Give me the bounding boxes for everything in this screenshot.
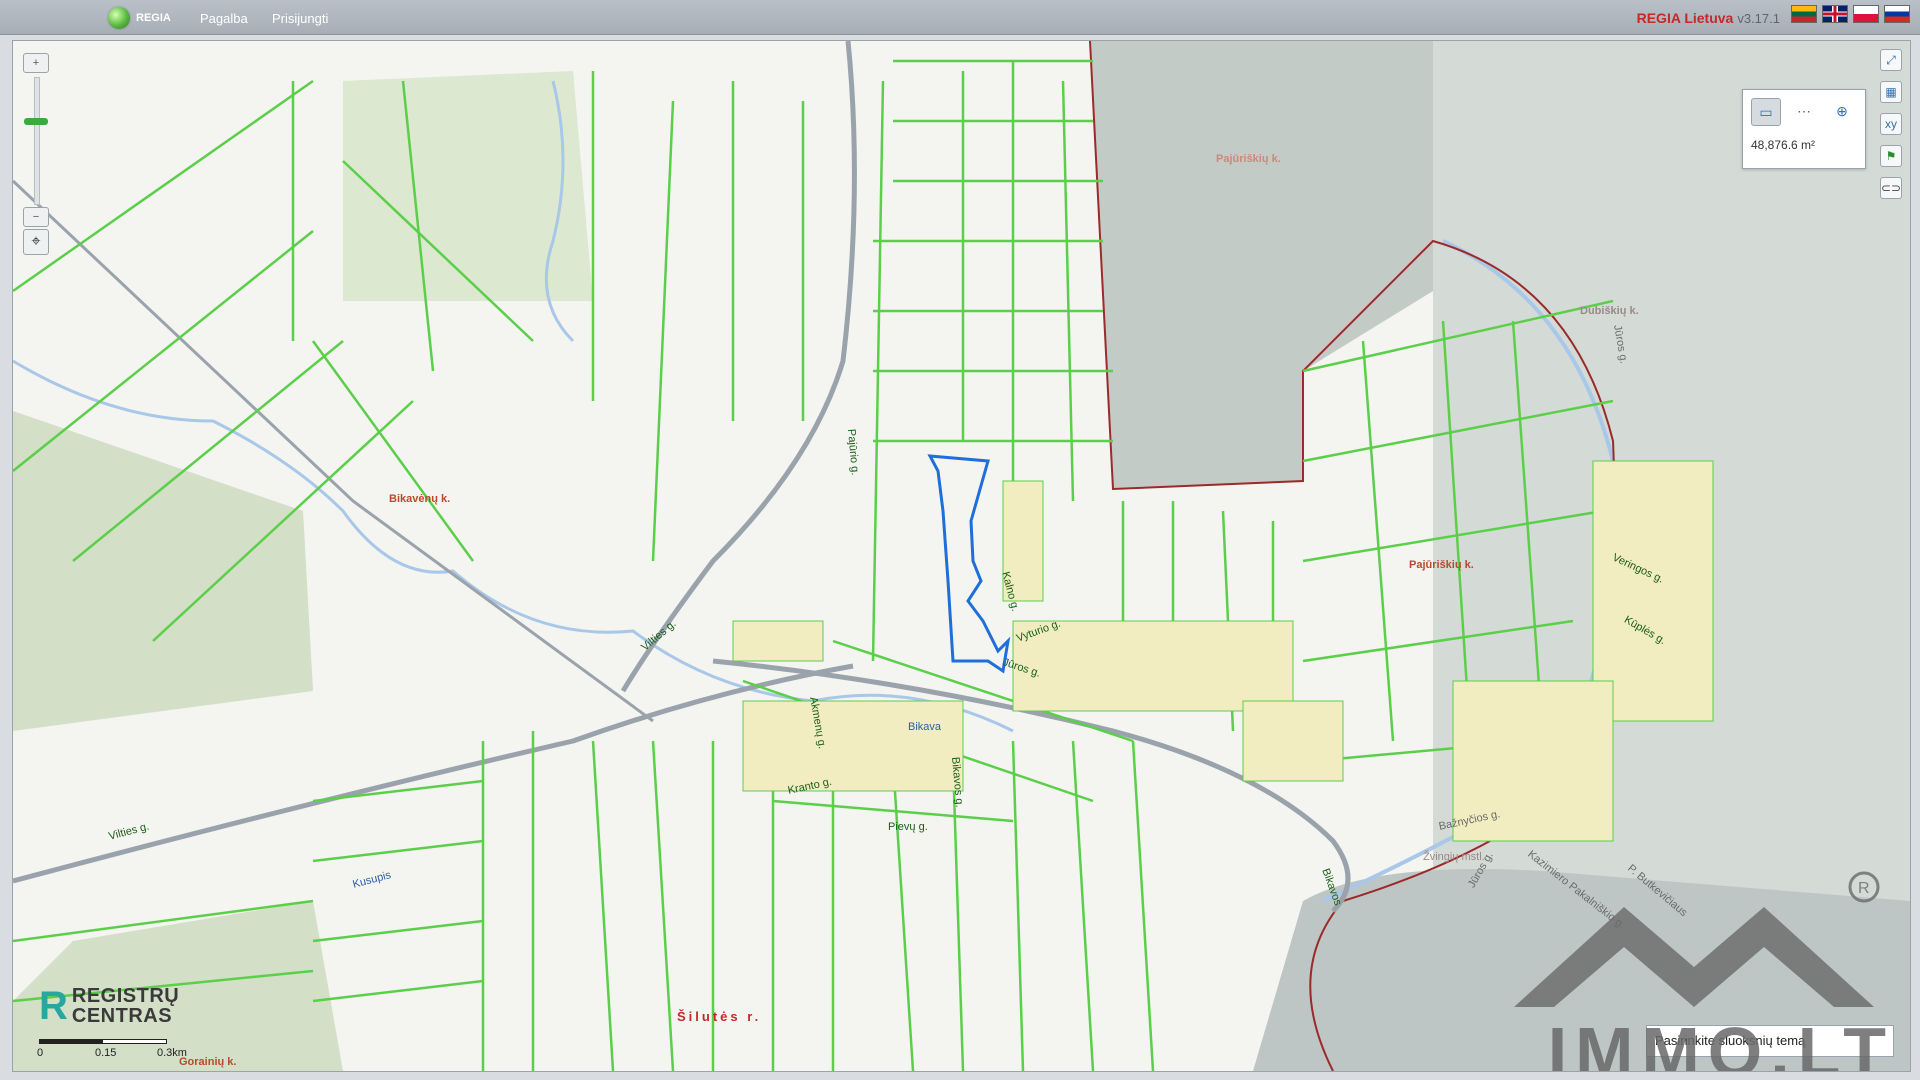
place-label: Šilutės r. [677,1009,762,1024]
place-label: Gorainių k. [179,1056,237,1068]
forest-area-north [343,71,593,301]
flag-pl-icon[interactable] [1853,5,1879,23]
fullscreen-icon[interactable]: ⤢ [1880,49,1902,71]
zoom-slider-handle[interactable] [24,118,48,125]
immo-roof-icon: R [1514,871,1880,1007]
locate-icon[interactable]: ⌖ [23,229,49,255]
flag-lt-icon[interactable] [1791,5,1817,23]
regia-logo[interactable]: REGIA [108,7,171,29]
top-bar: REGIA Pagalba Prisijungti REGIA Lietuva v… [0,0,1920,35]
place-label: Žvingių mstl. [1423,851,1485,863]
nav-help[interactable]: Pagalba [200,11,248,26]
forest-area [13,411,313,731]
link-icon[interactable]: ⊂⊃ [1880,177,1902,199]
rc-line2: CENTRAS [71,1005,173,1027]
street-label: Bikava [908,721,942,733]
app-title: REGIA Lietuva v3.17.1 [1637,10,1780,26]
place-label: Dubiškių k. [1580,305,1639,317]
measure-panel: ▭ ⋯ ⊕ 48,876.6 m² [1742,89,1866,169]
place-label: Pajūriškių k. [1409,559,1474,571]
immo-watermark: R IMMO.LT [1494,867,1894,1072]
map-viewport[interactable]: Pajūriškių k. Dubiškių k. Bikavėnų k. Pa… [12,40,1911,1072]
immo-wordmark: IMMO.LT [1547,1013,1894,1072]
grey-field-area [1090,41,1433,489]
road-pajurio [620,41,857,693]
xy-icon[interactable]: xy [1880,113,1902,135]
app-version: v3.17.1 [1737,11,1780,26]
scale-label: 0 [37,1047,44,1059]
zoom-in-button[interactable]: + [23,53,49,73]
svg-text:R: R [1858,880,1870,897]
brand-label: REGIA [136,12,171,24]
right-toolbar: ⤢ ▦ xy ⚑ ⊂⊃ [1880,49,1902,199]
scale-line [39,1039,167,1044]
place-label: Bikavėnų k. [389,493,451,505]
selected-parcel [927,454,1011,674]
rc-line1: REGISTRŲ [71,985,180,1007]
zoom-control: + − [23,53,49,228]
street-label: Pievų g. [888,821,928,833]
measure-area-icon[interactable]: ▭ [1751,98,1781,126]
measure-distance-icon[interactable]: ⋯ [1789,98,1819,126]
nav-login[interactable]: Prisijungti [272,11,328,26]
measure-icon[interactable]: ▦ [1880,81,1902,103]
zoom-out-button[interactable]: − [23,207,49,227]
flag-ru-icon[interactable] [1884,5,1910,23]
place-label: Pajūriškių k. [1216,153,1281,165]
measure-value: 48,876.6 m² [1751,138,1816,152]
rc-mark-icon: R [39,984,68,1028]
measure-point-icon[interactable]: ⊕ [1827,98,1857,126]
scale-label: 0.15 [95,1047,117,1059]
zoom-track[interactable] [34,77,40,205]
regia-globe-icon [108,7,130,29]
flag-icon[interactable]: ⚑ [1880,145,1902,167]
scale-label: 0.3km [157,1047,187,1059]
app-title-text: REGIA Lietuva [1636,10,1734,26]
registru-centras-logo: R REGISTRŲ CENTRAS [39,986,179,1026]
language-selector [1791,5,1910,23]
flag-en-icon[interactable] [1822,5,1848,23]
rc-text: REGISTRŲ CENTRAS [72,986,179,1026]
